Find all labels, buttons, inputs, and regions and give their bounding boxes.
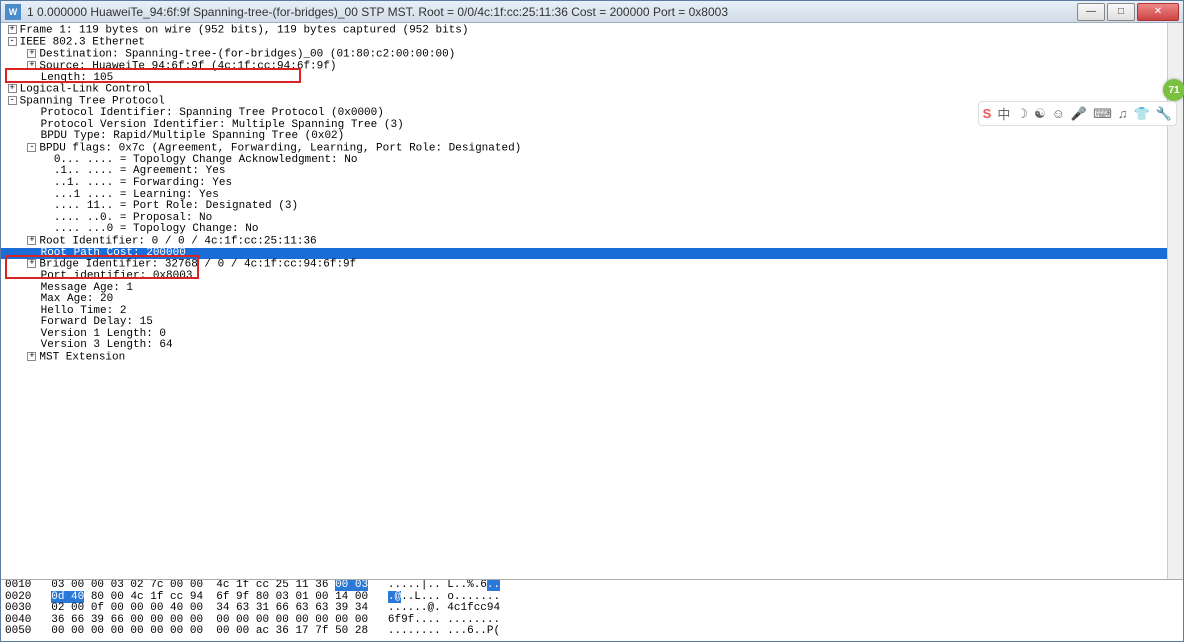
tree-row[interactable]: +Source: HuaweiTe_94:6f:9f (4c:1f:cc:94:… [1, 61, 1183, 73]
hex-ascii: ..L... o....... [401, 591, 500, 603]
hex-ascii-selected: .@ [388, 591, 401, 603]
hex-offset: 0030 [5, 602, 31, 614]
tree-row[interactable]: Version 1 Length: 0 [1, 329, 1183, 341]
message-age: Message Age: 1 [41, 282, 133, 294]
expand-icon[interactable]: + [8, 84, 17, 93]
tree-row[interactable]: +Logical-Link Control [1, 84, 1183, 96]
stp-header: Spanning Tree Protocol [20, 96, 165, 108]
expand-icon[interactable]: + [27, 61, 36, 70]
tree-row[interactable]: Max Age: 20 [1, 294, 1183, 306]
titlebar[interactable]: W 1 0.000000 HuaweiTe_94:6f:9f Spanning-… [1, 1, 1183, 23]
yinyang-icon[interactable]: ☯ [1034, 106, 1046, 122]
version3-length: Version 3 Length: 64 [41, 339, 173, 351]
flag-learning: ...1 .... = Learning: Yes [54, 189, 219, 201]
hex-row[interactable]: 0050 00 00 00 00 00 00 00 00 00 00 ac 36… [5, 626, 1179, 638]
ime-toolbar[interactable]: S 中 ☽ ☯ ☺ 🎤 ⌨ ♫ 👕 🔧 [978, 101, 1177, 126]
protocol-id: Protocol Identifier: Spanning Tree Proto… [41, 107, 384, 119]
root-identifier: Root Identifier: 0 / 0 / 4c:1f:cc:25:11:… [39, 235, 316, 247]
hex-bytes: 00 00 00 00 00 00 00 00 00 00 ac 36 17 7… [51, 625, 500, 637]
bpdu-flags: BPDU flags: 0x7c (Agreement, Forwarding,… [39, 142, 521, 154]
protocol-version: Protocol Version Identifier: Multiple Sp… [41, 119, 404, 131]
expand-icon[interactable]: + [27, 49, 36, 58]
tree-row[interactable]: Port identifier: 0x8003 [1, 271, 1183, 283]
music-icon[interactable]: ♫ [1118, 106, 1128, 121]
root-path-cost: Root Path Cost: 200000 [41, 247, 186, 259]
source-field: Source: HuaweiTe_94:6f:9f (4c:1f:cc:94:6… [39, 60, 336, 72]
hex-bytes: 80 00 4c 1f cc 94 6f 9f 80 03 01 00 14 0… [84, 591, 368, 603]
collapse-icon[interactable]: - [8, 96, 17, 105]
tree-row-selected[interactable]: Root Path Cost: 200000 [1, 248, 1183, 260]
window-title: 1 0.000000 HuaweiTe_94:6f:9f Spanning-tr… [27, 5, 1077, 19]
keyboard-icon[interactable]: ⌨ [1093, 106, 1112, 122]
hex-dump-pane[interactable]: 0010 03 00 00 03 02 7c 00 00 4c 1f cc 25… [1, 579, 1183, 641]
hex-offset: 0020 [5, 591, 31, 603]
flag-topology-change: .... ...0 = Topology Change: No [54, 223, 259, 235]
hello-time: Hello Time: 2 [41, 305, 127, 317]
hex-ascii-selected: .. [487, 579, 500, 591]
bpdu-type: BPDU Type: Rapid/Multiple Spanning Tree … [41, 130, 345, 142]
hex-offset: 0040 [5, 614, 31, 626]
length-field: Length: 105 [41, 72, 114, 84]
collapse-icon[interactable]: - [27, 143, 36, 152]
version1-length: Version 1 Length: 0 [41, 328, 166, 340]
flag-tca: 0... .... = Topology Change Acknowledgme… [54, 154, 358, 166]
hex-bytes: 02 00 0f 00 00 00 40 00 34 63 31 66 63 6… [51, 602, 500, 614]
tree-row[interactable]: Length: 105 [1, 73, 1183, 85]
app-icon: W [5, 4, 21, 20]
minimize-button[interactable]: — [1077, 3, 1105, 21]
hex-ascii: .....|.. L..%.6 [368, 579, 487, 591]
mic-icon[interactable]: 🎤 [1071, 106, 1087, 122]
expand-icon[interactable]: + [27, 236, 36, 245]
tree-row[interactable]: .... ...0 = Topology Change: No [1, 224, 1183, 236]
hex-bytes-selected: 00 03 [335, 579, 368, 591]
maximize-button[interactable]: □ [1107, 3, 1135, 21]
flag-forwarding: ..1. .... = Forwarding: Yes [54, 177, 232, 189]
flag-proposal: .... ..0. = Proposal: No [54, 212, 212, 224]
max-age: Max Age: 20 [41, 293, 114, 305]
mst-extension: MST Extension [39, 351, 125, 363]
tree-row[interactable]: +MST Extension [1, 352, 1183, 364]
tree-row[interactable]: Hello Time: 2 [1, 306, 1183, 318]
close-button[interactable]: ✕ [1137, 3, 1179, 21]
ime-chinese-icon[interactable]: 中 [997, 104, 1010, 123]
tree-row[interactable]: Message Age: 1 [1, 283, 1183, 295]
shirt-icon[interactable]: 👕 [1134, 106, 1150, 122]
bridge-identifier: Bridge Identifier: 32768 / 0 / 4c:1f:cc:… [39, 259, 356, 271]
tree-row[interactable]: +Frame 1: 119 bytes on wire (952 bits), … [1, 25, 1183, 37]
side-badge[interactable]: 71 [1163, 79, 1184, 101]
expand-icon[interactable]: + [8, 25, 17, 34]
hex-offset: 0010 [5, 579, 31, 591]
wrench-icon[interactable]: 🔧 [1156, 106, 1172, 122]
llc-header: Logical-Link Control [20, 84, 152, 96]
hex-offset: 0050 [5, 625, 31, 637]
hex-bytes: 03 00 00 03 02 7c 00 00 4c 1f cc 25 11 3… [51, 579, 335, 591]
flag-port-role: .... 11.. = Port Role: Designated (3) [54, 200, 298, 212]
port-identifier: Port identifier: 0x8003 [41, 270, 193, 282]
tree-row[interactable]: Forward Delay: 15 [1, 317, 1183, 329]
destination-field: Destination: Spanning-tree-(for-bridges)… [39, 48, 455, 60]
tree-row[interactable]: Version 3 Length: 64 [1, 340, 1183, 352]
forward-delay: Forward Delay: 15 [41, 316, 153, 328]
expand-icon[interactable]: + [27, 352, 36, 361]
expand-icon[interactable]: + [27, 259, 36, 268]
ethernet-header: IEEE 802.3 Ethernet [20, 36, 145, 48]
smiley-icon[interactable]: ☺ [1052, 106, 1065, 121]
hex-bytes-selected: 0d 40 [51, 591, 84, 603]
collapse-icon[interactable]: - [8, 37, 17, 46]
sogou-logo-icon[interactable]: S [983, 106, 992, 121]
flag-agreement: .1.. .... = Agreement: Yes [54, 165, 226, 177]
hex-bytes: 36 66 39 66 00 00 00 00 00 00 00 00 00 0… [51, 614, 500, 626]
moon-icon[interactable]: ☽ [1016, 106, 1028, 122]
wireshark-packet-window: W 1 0.000000 HuaweiTe_94:6f:9f Spanning-… [0, 0, 1184, 642]
frame-summary: Frame 1: 119 bytes on wire (952 bits), 1… [20, 24, 469, 36]
window-controls: — □ ✕ [1077, 3, 1179, 21]
